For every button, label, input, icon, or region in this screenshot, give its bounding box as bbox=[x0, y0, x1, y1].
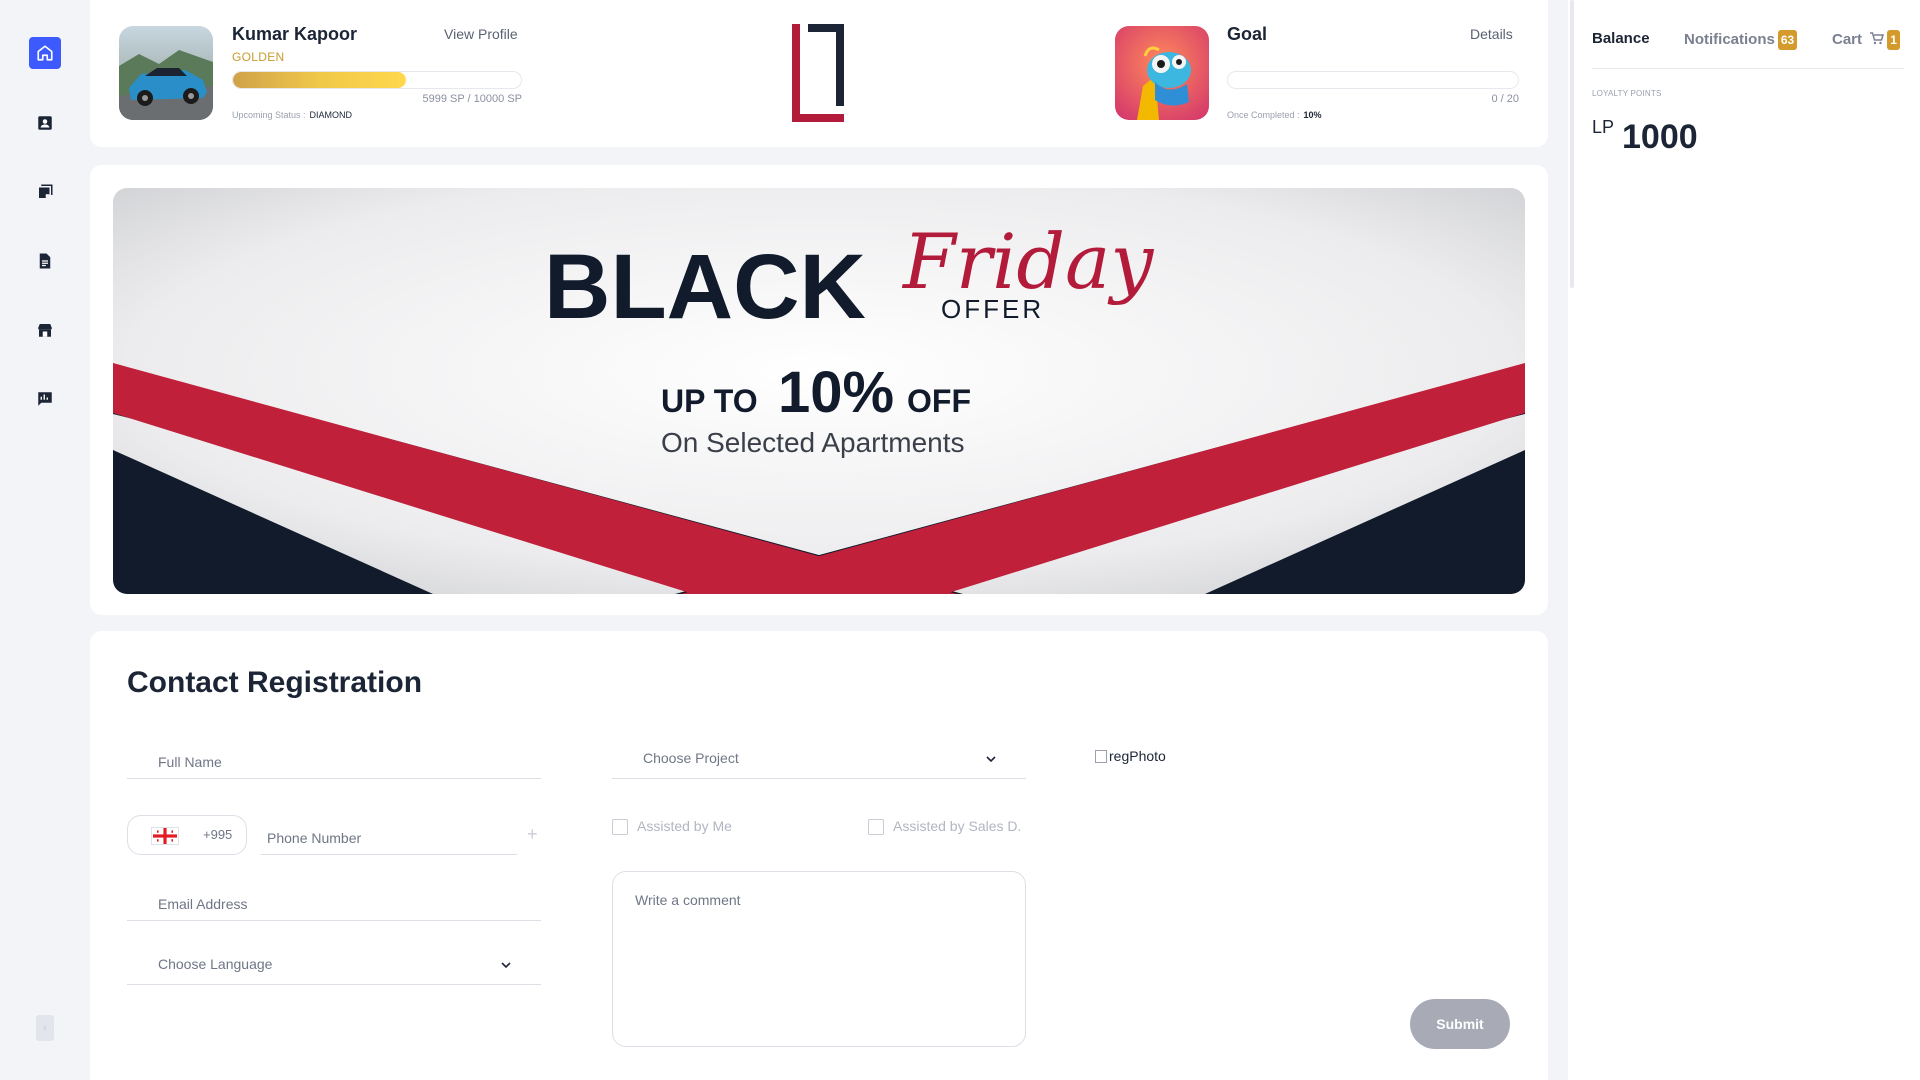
reg-photo-alt: regPhoto bbox=[1109, 748, 1166, 764]
brand-logo bbox=[792, 24, 844, 122]
assisted-by-me-label: Assisted by Me bbox=[637, 818, 732, 834]
upcoming-status-label: Upcoming Status : bbox=[232, 110, 306, 120]
right-panel-divider bbox=[1592, 68, 1904, 69]
phone-field bbox=[261, 811, 517, 855]
assisted-by-me-checkbox[interactable] bbox=[612, 819, 628, 835]
goal-image bbox=[1115, 26, 1209, 120]
email-input[interactable] bbox=[127, 877, 541, 920]
chevron-down-icon bbox=[986, 756, 996, 763]
goal-completion: Once Completed :10% bbox=[1227, 110, 1322, 120]
chat-report-icon bbox=[38, 392, 52, 406]
sidebar-collapse-button[interactable]: ‹ bbox=[36, 1015, 54, 1041]
banner-upto-text: UP TO bbox=[661, 383, 758, 419]
project-select-text: Choose Project bbox=[643, 750, 739, 766]
loyalty-currency: LP bbox=[1592, 117, 1615, 137]
broken-image-icon bbox=[1095, 749, 1107, 763]
nav-contacts[interactable] bbox=[29, 107, 61, 139]
comment-textarea[interactable] bbox=[612, 871, 1026, 1047]
cart-badge: 1 bbox=[1887, 30, 1900, 50]
language-select-text: Choose Language bbox=[158, 956, 273, 972]
upcoming-status: Upcoming Status : DIAMOND bbox=[232, 110, 352, 120]
right-panel bbox=[1568, 0, 1920, 1080]
right-panel-scrollbar[interactable] bbox=[1570, 0, 1574, 288]
store-icon bbox=[38, 324, 52, 337]
document-icon bbox=[39, 253, 51, 269]
banner-script-text: Friday bbox=[901, 217, 1154, 306]
profile-card: Kumar Kapoor View Profile GOLDEN 5999 SP… bbox=[90, 0, 1548, 147]
goal-count: 0 / 20 bbox=[1491, 93, 1519, 105]
georgia-flag-icon bbox=[151, 827, 179, 845]
language-select[interactable]: Choose Language bbox=[127, 937, 541, 985]
add-phone-button[interactable]: + bbox=[527, 824, 538, 845]
banner-percent-text: 10% bbox=[778, 360, 894, 425]
user-name: Kumar Kapoor bbox=[232, 24, 358, 44]
sp-count: 5999 SP / 10000 SP bbox=[422, 93, 523, 105]
sticky-note-icon bbox=[39, 184, 53, 198]
chevron-down-icon bbox=[501, 962, 511, 969]
goal-title: Goal bbox=[1227, 24, 1268, 44]
phone-number-input[interactable] bbox=[261, 811, 517, 854]
tab-notifications-label: Notifications bbox=[1684, 31, 1775, 48]
nav-chat-report[interactable] bbox=[29, 383, 61, 415]
goal-completion-label: Once Completed : bbox=[1227, 110, 1300, 120]
promo-banner[interactable]: BLACK Friday OFFER UP TO 10% OFF On Sele… bbox=[113, 188, 1525, 594]
goal-completion-value: 10% bbox=[1303, 110, 1322, 120]
upcoming-status-value: DIAMOND bbox=[309, 110, 353, 120]
banner-black-text: BLACK bbox=[544, 236, 866, 338]
nav-home[interactable] bbox=[29, 37, 61, 69]
cart-icon bbox=[1870, 32, 1885, 45]
banner-off-text: OFF bbox=[907, 383, 971, 419]
contact-registration-card: Contact Registration +995 + Choose Langu… bbox=[90, 631, 1548, 1080]
tab-cart-label: Cart bbox=[1832, 31, 1863, 48]
full-name-input[interactable] bbox=[127, 735, 541, 778]
full-name-field bbox=[127, 735, 541, 779]
view-profile-link[interactable]: View Profile bbox=[444, 26, 518, 42]
left-sidebar: ‹ bbox=[0, 0, 90, 1080]
notifications-badge: 63 bbox=[1777, 30, 1798, 50]
nav-notes[interactable] bbox=[29, 176, 61, 208]
tab-cart[interactable]: Cart 1 bbox=[1832, 30, 1900, 50]
user-avatar[interactable] bbox=[119, 26, 213, 120]
assisted-by-sales-checkbox[interactable] bbox=[868, 819, 884, 835]
banner-card: BLACK Friday OFFER UP TO 10% OFF On Sele… bbox=[90, 165, 1548, 615]
assisted-by-sales-label: Assisted by Sales D. bbox=[893, 818, 1022, 834]
email-field bbox=[127, 877, 541, 921]
banner-subtitle: On Selected Apartments bbox=[661, 427, 965, 458]
goal-progress-bar bbox=[1227, 71, 1519, 89]
phone-code-text: +995 bbox=[203, 827, 233, 842]
sp-progress-fill bbox=[233, 72, 406, 88]
tier-label: GOLDEN bbox=[232, 50, 285, 64]
reg-photo: regPhoto bbox=[1095, 748, 1166, 764]
submit-button[interactable]: Submit bbox=[1410, 999, 1510, 1049]
project-select[interactable]: Choose Project bbox=[612, 731, 1026, 779]
tab-balance[interactable]: Balance bbox=[1592, 30, 1650, 47]
loyalty-points-label: LOYALTY POINTS bbox=[1592, 89, 1662, 98]
form-title: Contact Registration bbox=[127, 666, 423, 699]
sp-progress-bar bbox=[232, 71, 522, 89]
loyalty-points-value: 1000 bbox=[1622, 118, 1698, 156]
home-icon bbox=[37, 45, 53, 61]
nav-documents[interactable] bbox=[29, 245, 61, 277]
phone-country-code[interactable]: +995 bbox=[127, 815, 247, 855]
goal-details-link[interactable]: Details bbox=[1470, 26, 1513, 42]
contact-card-icon bbox=[38, 116, 52, 130]
nav-store[interactable] bbox=[29, 314, 61, 346]
banner-offer-text: OFFER bbox=[941, 294, 1044, 324]
tab-notifications[interactable]: Notifications 63 bbox=[1684, 30, 1798, 50]
